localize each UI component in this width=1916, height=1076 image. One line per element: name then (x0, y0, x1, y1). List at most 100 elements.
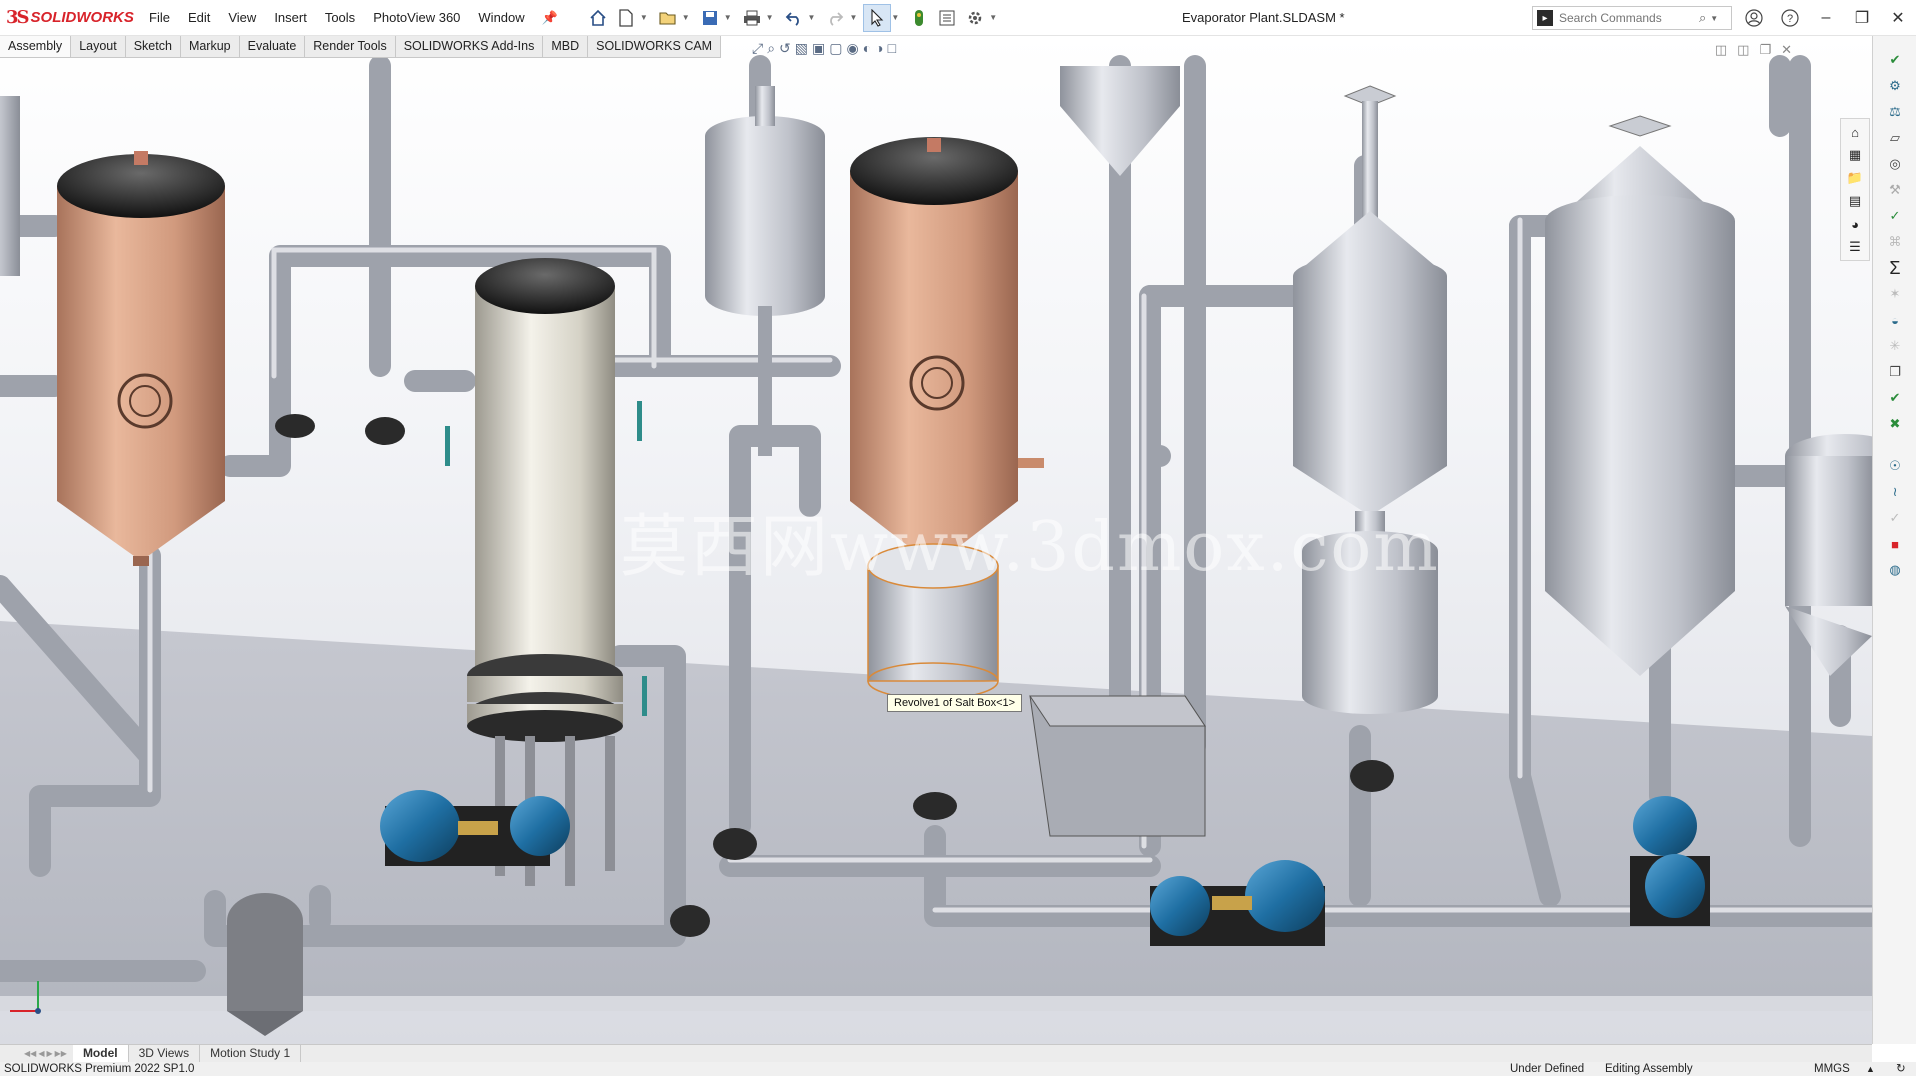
salt-box[interactable] (867, 543, 999, 700)
small-receiver-vessel[interactable] (227, 893, 303, 1036)
verify-icon[interactable]: ✓ (1885, 508, 1905, 528)
tab-sketch[interactable]: Sketch (125, 36, 181, 57)
first-tab-icon[interactable]: ◀◀ (24, 1049, 36, 1058)
search-commands-box[interactable]: ▸ ⌕ ▼ (1532, 6, 1732, 30)
rebuild-status-icon[interactable]: ↻ (1896, 1062, 1906, 1076)
file-properties-icon[interactable] (933, 4, 961, 32)
collection-box[interactable] (1029, 695, 1206, 837)
mate-icon[interactable]: ⚙ (1885, 76, 1905, 96)
chevron-down-icon[interactable]: ▼ (724, 13, 732, 22)
copy-icon[interactable]: ❐ (1885, 362, 1905, 382)
crystallizer-tank[interactable] (1545, 115, 1735, 676)
tab-layout[interactable]: Layout (71, 36, 126, 57)
steel-receiver-tank[interactable] (705, 86, 825, 456)
menu-insert[interactable]: Insert (265, 0, 316, 36)
balance-icon[interactable]: ⚖ (1885, 102, 1905, 122)
spell-check-icon[interactable]: ✔ (1885, 50, 1905, 70)
last-tab-icon[interactable]: ▶▶ (55, 1049, 67, 1058)
units-up-arrow-icon[interactable]: ▲ (1866, 1062, 1875, 1076)
chevron-down-icon[interactable]: ▼ (1710, 14, 1718, 23)
design-check-icon[interactable]: ✓ (1885, 206, 1905, 226)
chevron-down-icon[interactable]: ▼ (989, 13, 997, 22)
new-document-icon[interactable] (612, 4, 640, 32)
viewport-restore-icon[interactable]: ❐ (1759, 42, 1771, 58)
next-tab-icon[interactable]: ▶ (46, 1049, 52, 1058)
help-icon[interactable]: ? (1772, 0, 1808, 36)
home-view-icon[interactable]: ⌂ (1845, 122, 1865, 142)
tab-assembly[interactable]: Assembly (0, 36, 72, 57)
simulation-icon[interactable]: ◎ (1885, 154, 1905, 174)
copper-evaporator-2[interactable] (850, 137, 1044, 566)
copper-evaporator-1[interactable] (57, 151, 225, 566)
chevron-down-icon[interactable]: ▼ (766, 13, 774, 22)
view-orientation-icon[interactable]: ▣ (812, 40, 825, 57)
apply-scene-icon[interactable]: ◑ (875, 40, 883, 57)
tab-mbd[interactable]: MBD (543, 36, 589, 57)
save-icon[interactable] (696, 4, 724, 32)
model-scene[interactable] (0, 36, 1872, 1044)
chevron-down-icon[interactable]: ▼ (891, 13, 899, 22)
chevron-down-icon[interactable]: ▼ (682, 13, 690, 22)
folder-icon[interactable]: 📁 (1845, 168, 1865, 188)
zoom-area-icon[interactable]: ⌕ (767, 40, 775, 57)
tab-solidworks-cam[interactable]: SOLIDWORKS CAM (588, 36, 722, 57)
rebuild-icon[interactable] (905, 4, 933, 32)
color-icon[interactable]: ■ (1885, 534, 1905, 554)
hide-show-items-icon[interactable]: ◉ (846, 40, 858, 57)
solidworks-logo[interactable]: 3S SOLIDWORKS (0, 7, 140, 28)
open-folder-icon[interactable] (654, 4, 682, 32)
tab-3d-views[interactable]: 3D Views (129, 1045, 201, 1062)
smart-fastener-icon[interactable]: ⌘ (1885, 232, 1905, 252)
chevron-down-icon[interactable]: ▼ (640, 13, 648, 22)
toolbox-icon[interactable]: ⚒ (1885, 180, 1905, 200)
prev-tab-icon[interactable]: ◀ (38, 1049, 44, 1058)
tab-solidworks-addins[interactable]: SOLIDWORKS Add-Ins (395, 36, 544, 57)
tab-evaluate[interactable]: Evaluate (239, 36, 306, 57)
chevron-down-icon[interactable]: ▼ (849, 13, 857, 22)
menu-photoview[interactable]: PhotoView 360 (364, 0, 469, 36)
partial-tank-left[interactable] (0, 96, 20, 276)
library-icon[interactable]: ▤ (1845, 191, 1865, 211)
view-settings-icon[interactable]: □ (888, 40, 896, 57)
cyclone-separator[interactable] (1293, 85, 1447, 714)
graphics-viewport[interactable]: ⤢ ⌕ ↺ ▧ ▣ ▢ ◉ ◐ ◑ □ ◫ ◫ ❐ ✕ 莫西网www.3dmox… (0, 36, 1872, 1044)
search-input[interactable] (1559, 11, 1699, 25)
routing-icon[interactable]: ≀ (1885, 482, 1905, 502)
appearance-icon[interactable]: ◕ (1845, 214, 1865, 234)
menu-edit[interactable]: Edit (179, 0, 219, 36)
explode-icon[interactable]: ✳ (1885, 336, 1905, 356)
undo-icon[interactable] (780, 4, 808, 32)
split-left-icon[interactable]: ◫ (1715, 42, 1727, 58)
display-style-icon[interactable]: ▢ (829, 40, 842, 57)
tab-motion-study-1[interactable]: Motion Study 1 (200, 1045, 302, 1062)
viewport-close-icon[interactable]: ✕ (1781, 42, 1792, 58)
interference-icon[interactable]: ✶ (1885, 284, 1905, 304)
chevron-down-icon[interactable]: ▼ (808, 13, 816, 22)
menu-file[interactable]: File (140, 0, 179, 36)
redo-icon[interactable] (821, 4, 849, 32)
print-icon[interactable] (738, 4, 766, 32)
menu-view[interactable]: View (219, 0, 265, 36)
home-icon[interactable] (584, 4, 612, 32)
tab-model[interactable]: Model (72, 1045, 129, 1062)
section-icon[interactable]: ◒ (1885, 310, 1905, 330)
pin-icon[interactable]: 📌 (534, 10, 566, 26)
options-gear-icon[interactable] (961, 4, 989, 32)
section-view-icon[interactable]: ▧ (795, 40, 808, 57)
motion-icon[interactable]: ☉ (1885, 456, 1905, 476)
minimize-icon[interactable]: – (1808, 0, 1844, 36)
tab-render-tools[interactable]: Render Tools (305, 36, 396, 57)
split-right-icon[interactable]: ◫ (1737, 42, 1749, 58)
parts-icon[interactable]: ▦ (1845, 145, 1865, 165)
user-account-icon[interactable] (1736, 0, 1772, 36)
restore-icon[interactable]: ❐ (1844, 0, 1880, 36)
tab-scroll-arrows[interactable]: ◀◀ ◀ ▶ ▶▶ (0, 1049, 73, 1058)
globe-icon[interactable]: ◍ (1885, 560, 1905, 580)
zoom-to-fit-icon[interactable]: ⤢ (752, 40, 763, 57)
equations-sigma-icon[interactable]: Σ (1885, 258, 1905, 278)
previous-view-icon[interactable]: ↺ (779, 40, 791, 57)
check-icon[interactable]: ✔ (1885, 388, 1905, 408)
feed-hopper[interactable] (1060, 66, 1180, 176)
menu-tools[interactable]: Tools (316, 0, 364, 36)
status-units[interactable]: MMGS (1814, 1062, 1850, 1076)
